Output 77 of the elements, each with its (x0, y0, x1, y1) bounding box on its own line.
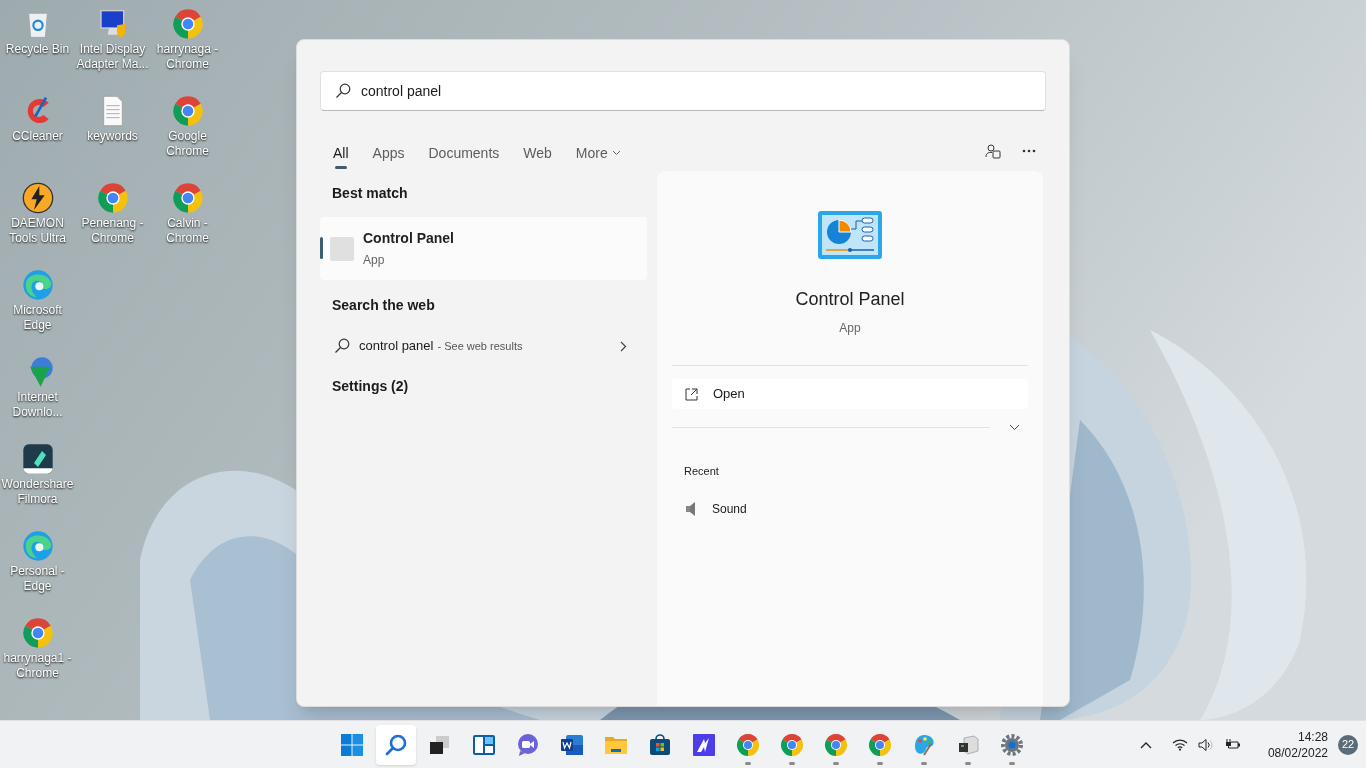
section-heading: Best match (331, 184, 409, 203)
clock[interactable]: 14:28 08/02/2022 (1267, 728, 1328, 761)
chrome-icon (171, 182, 204, 214)
result-subtitle: App (363, 252, 386, 269)
chrome-icon (736, 732, 760, 757)
recent-item[interactable]: Sound (672, 497, 1028, 520)
chrome-icon (21, 617, 54, 649)
search-icon (335, 83, 351, 99)
search-field[interactable]: control panel (320, 71, 1046, 111)
chevron-down-icon (611, 150, 621, 156)
chrome-icon (96, 182, 129, 214)
open-button[interactable]: Open (672, 379, 1028, 409)
desktop-icon-label[interactable]: DAEMON Tools Ultra (0, 216, 75, 246)
desktop-icon-label[interactable]: harrynaga - Chrome (150, 42, 225, 72)
chevron-right-icon (620, 340, 627, 352)
section-heading[interactable]: Settings (2) (320, 376, 647, 397)
swirl-icon (21, 269, 54, 301)
desktop-icon-label[interactable]: harrynaga1 - Chrome (0, 651, 75, 681)
desktop-icon-label[interactable]: Intel Display Adapter Ma... (75, 42, 150, 72)
people-icon (985, 143, 1001, 159)
desktop-icon-label[interactable]: Google Chrome (150, 129, 225, 159)
desktop-icon-label[interactable]: Wondershare Filmora (0, 477, 75, 507)
search-icon (384, 732, 408, 757)
chrome-icon (171, 8, 204, 40)
filmora-icon (21, 443, 54, 475)
windows-logo-icon (340, 732, 364, 757)
desktop-icon-label[interactable]: Microsoft Edge (0, 303, 75, 333)
app-subtitle: App (838, 320, 862, 337)
gear-icon (1000, 732, 1024, 757)
desktop-icon-label[interactable]: Recycle Bin (0, 42, 75, 57)
chevron-up-icon[interactable] (1139, 740, 1152, 749)
search-query: control panel (361, 81, 442, 101)
slash-tile-icon (692, 732, 716, 757)
chrome-icon (780, 732, 804, 757)
filter-tab[interactable]: Documents (428, 133, 500, 169)
filter-tab[interactable]: Web (523, 133, 552, 169)
search-icon (334, 338, 350, 354)
speaker-icon (685, 501, 698, 516)
web-results-hint: - See web results (437, 338, 523, 354)
filter-tab[interactable]: More (575, 133, 621, 169)
external-link-icon (684, 386, 699, 402)
web-query: control panel (359, 337, 434, 356)
desktop-icon-label[interactable]: Personal - Edge (0, 564, 75, 594)
desktop-icon-label[interactable]: CCleaner (0, 129, 75, 144)
chrome-icon (824, 732, 848, 757)
desktop-icon-label[interactable]: Calvin - Chrome (150, 216, 225, 246)
shopping-bag-icon (648, 732, 672, 757)
clock-time: 14:28 (1297, 728, 1328, 745)
best-match-result[interactable]: Control Panel App (320, 217, 647, 280)
widgets-icon (472, 732, 496, 757)
clock-date: 08/02/2022 (1267, 744, 1328, 761)
lightning-icon (21, 182, 54, 214)
desktop-icon-label[interactable]: Internet Downlo... (0, 390, 75, 420)
video-chat-icon (516, 732, 540, 757)
device-icon (956, 732, 980, 757)
swirl-icon (21, 530, 54, 562)
filter-tab[interactable]: All (333, 133, 349, 169)
control-panel-icon (818, 211, 882, 259)
desktop-icon-label[interactable]: Penenang - Chrome (75, 216, 150, 246)
notification-count[interactable]: 22 (1338, 734, 1358, 755)
wifi-icon[interactable] (1171, 738, 1188, 751)
web-search-result[interactable]: control panel - See web results (320, 328, 647, 364)
word-document-icon (560, 732, 584, 757)
chrome-icon (868, 732, 892, 757)
desktop-icon-label[interactable]: keywords (75, 129, 150, 144)
section-heading: Search the web (331, 296, 436, 315)
section-heading: Recent (683, 464, 720, 479)
battery-plug-icon[interactable] (1223, 737, 1242, 752)
chrome-icon (171, 95, 204, 127)
app-icon-placeholder (330, 236, 354, 261)
filter-tab[interactable]: Apps (372, 133, 405, 169)
chevron-down-icon (1008, 423, 1020, 431)
palette-icon (912, 732, 936, 757)
app-title: Control Panel (794, 288, 906, 311)
result-title: Control Panel (363, 229, 454, 248)
ellipsis-icon (1022, 149, 1036, 153)
speaker-icon[interactable] (1197, 737, 1214, 752)
